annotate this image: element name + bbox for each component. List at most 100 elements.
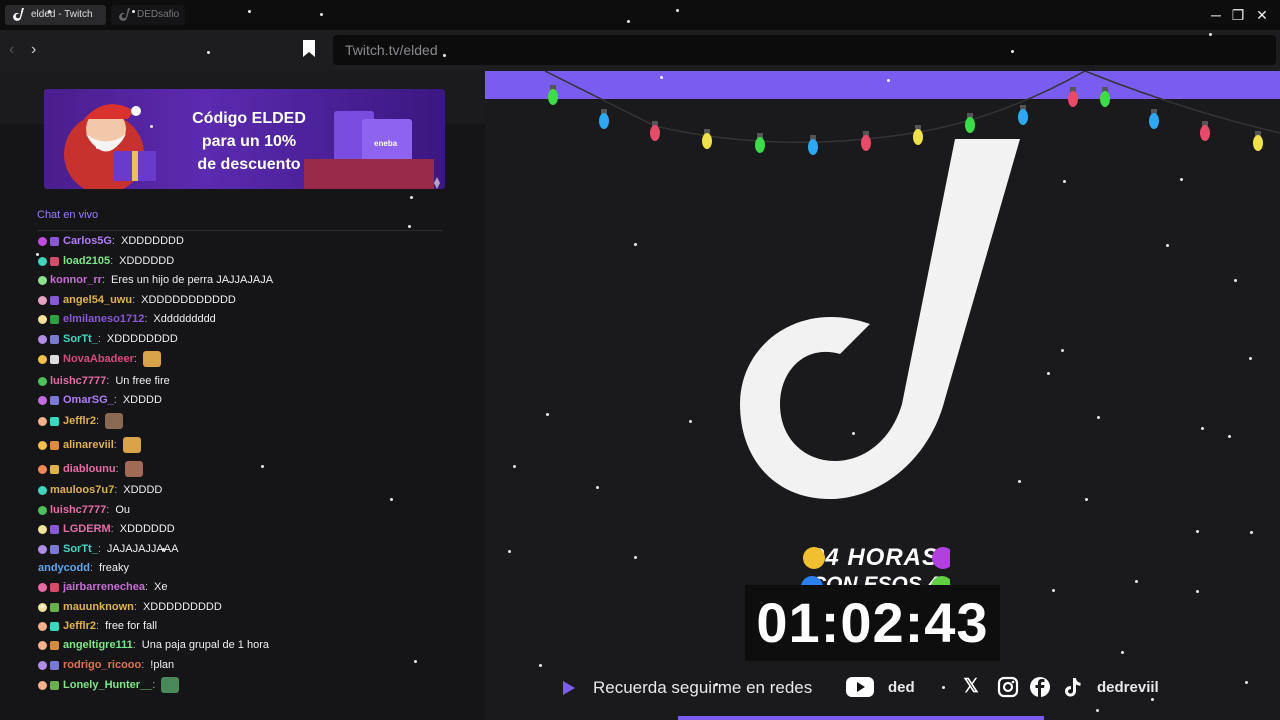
user-badge-icon[interactable] — [50, 660, 59, 670]
chat-username[interactable]: NovaAbadeer — [63, 353, 134, 365]
user-badge-icon[interactable] — [38, 376, 47, 386]
address-bar[interactable]: Twitch.tv/elded — [333, 35, 1276, 65]
snowflake — [48, 10, 51, 13]
user-badge-icon[interactable] — [50, 256, 59, 266]
user-badge-icon[interactable] — [38, 440, 47, 450]
user-badge-icon[interactable] — [38, 236, 47, 246]
chat-username[interactable]: luishc7777 — [50, 504, 106, 516]
user-badge-icon[interactable] — [38, 544, 47, 554]
close-button[interactable]: ✕ — [1253, 6, 1271, 24]
user-badge-icon[interactable] — [50, 524, 59, 534]
stream-video[interactable]: 24 HORAS CON ESOS 4 01:02:43 Recuerda se… — [485, 71, 1280, 720]
user-badge-icon[interactable] — [50, 354, 59, 364]
back-button[interactable]: ‹ — [9, 41, 14, 59]
stream-progress-bar — [678, 716, 1044, 720]
chat-username[interactable]: angeltigre111 — [63, 639, 133, 651]
chat-username[interactable]: jairbarrenechea — [63, 581, 145, 593]
snowflake — [132, 10, 135, 13]
chat-text: !plan — [150, 659, 175, 671]
user-badge-icon[interactable] — [38, 621, 47, 631]
chat-username[interactable]: alinareviil — [63, 439, 114, 451]
chat-username[interactable]: Jefflr2 — [63, 415, 96, 427]
chat-username[interactable]: elmilaneso1712 — [63, 313, 144, 325]
restore-button[interactable]: ❐ — [1229, 6, 1247, 24]
chat-username[interactable]: andycodd — [38, 562, 90, 574]
user-badge-icon[interactable] — [38, 295, 47, 305]
user-badge-icon[interactable] — [38, 354, 47, 364]
chat-text: XDDDD — [123, 484, 163, 496]
user-badge-icon[interactable] — [50, 464, 59, 474]
chat-username[interactable]: konnor_rr — [50, 274, 102, 286]
chat-header[interactable]: Chat en vivo — [37, 209, 98, 221]
chat-colon: : — [97, 543, 101, 555]
browser-tab-dedsafio[interactable]: DEDsafio — [111, 5, 185, 25]
chat-username[interactable]: diablounu — [63, 463, 116, 475]
chat-emote[interactable] — [161, 677, 180, 694]
play-icon — [563, 681, 575, 695]
user-badge-icon[interactable] — [50, 544, 59, 554]
chat-username[interactable]: Carlos5G — [63, 236, 112, 247]
user-badge-icon[interactable] — [38, 640, 47, 650]
user-badge-icon[interactable] — [50, 314, 59, 324]
browser-tab-twitch[interactable]: elded - Twitch — [5, 5, 106, 25]
snowflake — [207, 51, 210, 54]
chat-emote[interactable] — [142, 351, 161, 368]
user-badge-icon[interactable] — [38, 680, 47, 690]
forward-button[interactable]: › — [31, 41, 36, 59]
user-badge-icon[interactable] — [50, 440, 59, 450]
user-badge-icon[interactable] — [50, 395, 59, 405]
user-badge-icon[interactable] — [50, 621, 59, 631]
snowflake — [660, 76, 663, 79]
user-badge-icon[interactable] — [38, 524, 47, 534]
user-badge-icon[interactable] — [50, 236, 59, 246]
chat-username[interactable]: Jefflr2 — [63, 620, 96, 632]
chat-username[interactable]: mauloos7u7 — [50, 484, 114, 496]
snowflake — [41, 605, 44, 608]
user-badge-icon[interactable] — [50, 416, 59, 426]
chat-text: Un free fire — [115, 375, 170, 387]
user-badge-icon[interactable] — [50, 602, 59, 612]
user-badge-icon[interactable] — [38, 464, 47, 474]
user-badge-icon[interactable] — [38, 395, 47, 405]
user-badge-icon[interactable] — [50, 295, 59, 305]
user-badge-icon[interactable] — [38, 485, 47, 495]
user-badge-icon[interactable] — [38, 314, 47, 324]
chat-emote[interactable] — [122, 437, 141, 454]
chat-username[interactable]: OmarSG_ — [63, 394, 114, 406]
user-badge-icon[interactable] — [50, 680, 59, 690]
snowflake — [634, 556, 637, 559]
promo-banner[interactable]: Código ELDED para un 10% de descuento en… — [44, 89, 445, 189]
chat-username[interactable]: Lonely_Hunter__ — [63, 679, 152, 691]
user-badge-icon[interactable] — [38, 256, 47, 266]
snowflake — [443, 54, 446, 57]
user-badge-icon[interactable] — [50, 640, 59, 650]
snowflake — [36, 253, 39, 256]
user-badge-icon[interactable] — [38, 660, 47, 670]
chat-username[interactable]: luishc7777 — [50, 375, 106, 387]
user-badge-icon[interactable] — [38, 505, 47, 515]
chat-username[interactable]: load2105 — [63, 255, 110, 267]
chat-emote[interactable] — [124, 461, 143, 478]
chat-username[interactable]: rodrigo_ricooo — [63, 659, 141, 671]
chat-emote[interactable] — [105, 413, 124, 430]
chat-username[interactable]: angel54_uwu — [63, 294, 132, 306]
tab-label: elded - Twitch — [31, 9, 93, 20]
chat-username[interactable]: SorTt_ — [63, 333, 98, 345]
user-badge-icon[interactable] — [38, 275, 47, 285]
bookmark-icon[interactable] — [303, 40, 315, 57]
minimize-button[interactable]: ─ — [1207, 6, 1225, 24]
chat-username[interactable]: mauunknown — [63, 601, 134, 613]
user-badge-icon[interactable] — [38, 334, 47, 344]
snowflake — [248, 10, 251, 13]
snowflake — [715, 683, 718, 686]
chat-username[interactable]: SorTt_ — [63, 543, 98, 555]
snowflake — [1250, 531, 1253, 534]
user-badge-icon[interactable] — [38, 582, 47, 592]
chat-username[interactable]: LGDERM — [63, 523, 111, 535]
user-badge-icon[interactable] — [38, 416, 47, 426]
snowflake — [1151, 698, 1154, 701]
snowflake — [1228, 435, 1231, 438]
user-badge-icon[interactable] — [50, 334, 59, 344]
ded-logo-icon — [119, 8, 130, 21]
user-badge-icon[interactable] — [50, 582, 59, 592]
